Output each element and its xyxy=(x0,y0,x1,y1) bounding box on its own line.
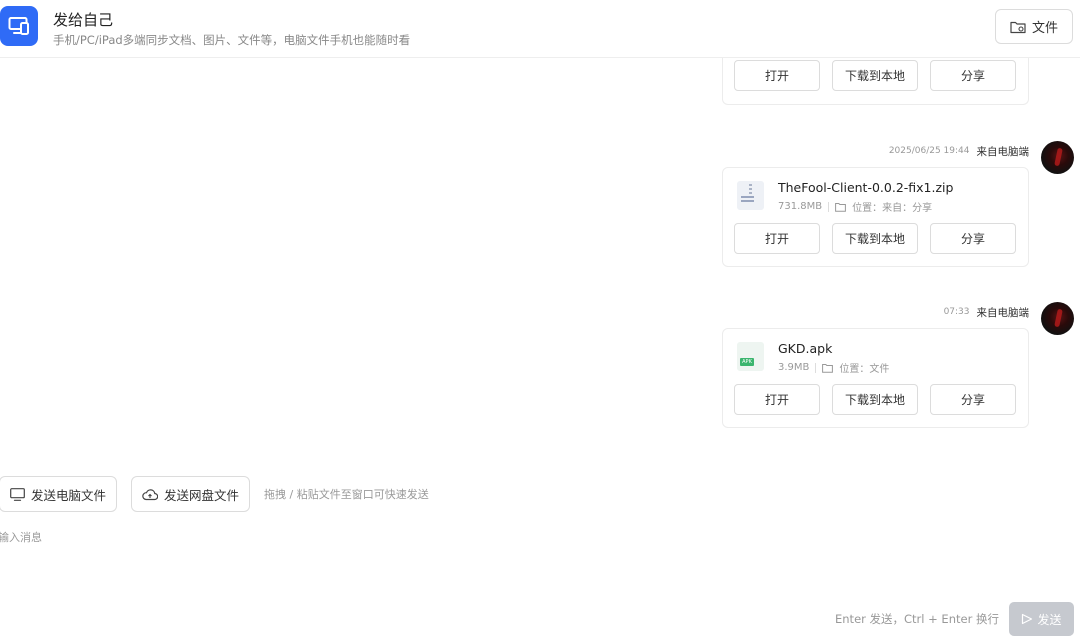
avatar[interactable] xyxy=(1041,302,1074,335)
share-button[interactable]: 分享 xyxy=(930,60,1016,91)
folder-location-icon xyxy=(822,363,834,373)
header: 发给自己 手机/PC/iPad多端同步文档、图片、文件等，电脑文件手机也能随时看… xyxy=(0,0,1080,58)
cloud-icon xyxy=(142,488,158,500)
message-source: 来自电脑端 xyxy=(976,145,1030,158)
download-button[interactable]: 下载到本地 xyxy=(832,223,918,254)
message-time: 2025/06/25 19:44 xyxy=(888,146,970,156)
page-subtitle: 手机/PC/iPad多端同步文档、图片、文件等，电脑文件手机也能随时看 xyxy=(53,33,411,47)
send-to-self-app-icon xyxy=(0,6,38,46)
message-input-placeholder: 输入消息 xyxy=(0,531,42,544)
file-location: 位置：文件 xyxy=(839,364,890,375)
info-divider xyxy=(815,362,817,373)
monitor-phone-icon xyxy=(8,17,29,35)
page-title: 发给自己 xyxy=(53,11,114,29)
zip-file-icon xyxy=(737,181,764,210)
download-button[interactable]: 下载到本地 xyxy=(832,384,918,415)
message-input[interactable] xyxy=(0,524,1080,604)
folder-icon xyxy=(1010,21,1026,33)
avatar[interactable] xyxy=(1041,141,1074,174)
file-name[interactable]: TheFool-Client-0.0.2-fix1.zip xyxy=(778,180,953,195)
file-info: 731.8MB 位置：来自：分享 xyxy=(778,199,932,214)
files-button-label: 文件 xyxy=(1031,21,1058,36)
file-message-card: APK GKD.apk 3.9MB 位置：文件 打开 下载到本地 分享 xyxy=(722,328,1029,428)
files-button[interactable]: 文件 xyxy=(995,9,1073,44)
send-pc-file-label: 发送电脑文件 xyxy=(31,487,107,503)
send-pc-file-button[interactable]: 发送电脑文件 xyxy=(0,476,118,512)
file-name[interactable]: GKD.apk xyxy=(778,341,832,356)
open-button[interactable]: 打开 xyxy=(734,60,820,91)
file-info: 3.9MB 位置：文件 xyxy=(778,360,889,375)
message-meta: 2025/06/25 19:44 来自电脑端 xyxy=(889,144,1029,158)
message-meta: 07:33 来自电脑端 xyxy=(944,305,1029,319)
drop-hint: 拖拽 / 粘贴文件至窗口可快速发送 xyxy=(264,488,429,501)
open-button[interactable]: 打开 xyxy=(734,223,820,254)
send-button-label: 发送 xyxy=(1037,612,1062,627)
send-arrow-icon xyxy=(1022,613,1033,625)
info-divider xyxy=(828,201,830,212)
file-message-card: TheFool-Client-0.0.2-fix1.zip 731.8MB 位置… xyxy=(722,167,1029,267)
send-cloud-file-label: 发送网盘文件 xyxy=(164,487,240,503)
apk-file-icon: APK xyxy=(737,342,764,371)
folder-location-icon xyxy=(835,202,847,212)
send-shortcut-hint: Enter 发送，Ctrl + Enter 换行 xyxy=(835,612,999,626)
share-button[interactable]: 分享 xyxy=(930,223,1016,254)
file-location: 位置：来自：分享 xyxy=(852,203,933,214)
share-button[interactable]: 分享 xyxy=(930,384,1016,415)
monitor-icon xyxy=(10,487,25,501)
download-button[interactable]: 下载到本地 xyxy=(832,60,918,91)
file-message-card-partial: 打开 下载到本地 分享 xyxy=(722,58,1029,105)
file-size: 731.8MB xyxy=(778,201,823,212)
message-source: 来自电脑端 xyxy=(976,306,1030,319)
file-size: 3.9MB xyxy=(778,362,810,373)
message-time: 07:33 xyxy=(943,307,970,317)
send-cloud-file-button[interactable]: 发送网盘文件 xyxy=(131,476,251,512)
send-button[interactable]: 发送 xyxy=(1009,602,1074,636)
open-button[interactable]: 打开 xyxy=(734,384,820,415)
